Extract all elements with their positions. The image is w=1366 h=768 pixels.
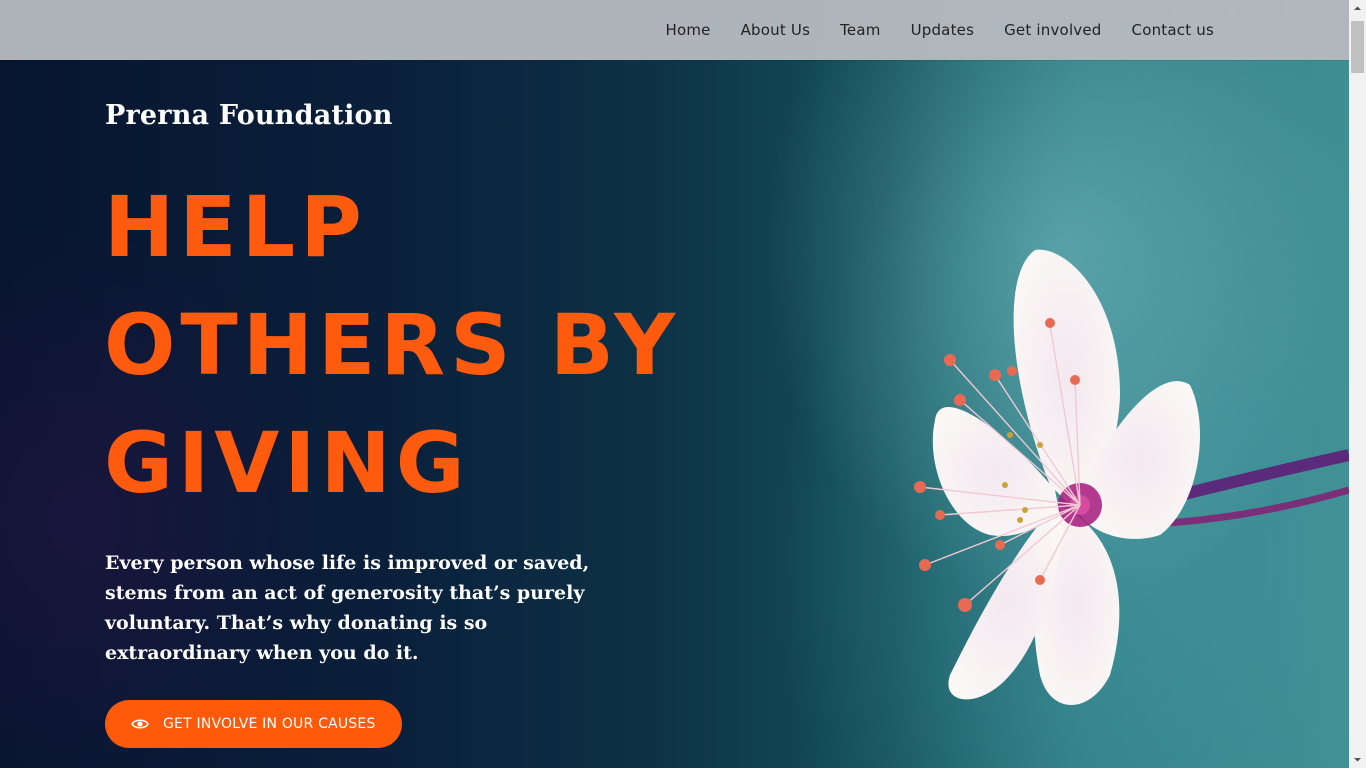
brand-name: Prerna Foundation <box>105 100 393 131</box>
nav-item-team[interactable]: Team <box>825 0 895 60</box>
page: Prerna Foundation HELP OTHERS BY GIVING … <box>0 0 1349 768</box>
get-involved-button[interactable]: GET INVOLVE IN OUR CAUSES <box>105 700 402 748</box>
get-involved-button-label: GET INVOLVE IN OUR CAUSES <box>163 716 376 732</box>
nav-item-about-us[interactable]: About Us <box>726 0 826 60</box>
nav-item-updates[interactable]: Updates <box>896 0 990 60</box>
hero-headline: HELP OTHERS BY GIVING <box>104 168 804 522</box>
eye-icon <box>131 719 149 729</box>
flower-image <box>914 249 1349 705</box>
nav-item-contact-us[interactable]: Contact us <box>1117 0 1229 60</box>
nav-item-home[interactable]: Home <box>650 0 725 60</box>
scroll-down-arrow-icon[interactable] <box>1349 751 1366 768</box>
scroll-up-arrow-icon[interactable] <box>1349 0 1366 17</box>
headline-line-1: HELP <box>104 178 367 276</box>
top-navigation-bar: Home About Us Team Updates Get involved … <box>0 0 1349 60</box>
nav-item-get-involved[interactable]: Get involved <box>989 0 1116 60</box>
main-nav: Home About Us Team Updates Get involved … <box>650 0 1229 60</box>
hero-tagline: Every person whose life is improved or s… <box>105 552 590 664</box>
headline-line-3: GIVING <box>104 414 470 512</box>
headline-line-2: OTHERS BY <box>104 296 681 394</box>
vertical-scrollbar[interactable] <box>1349 0 1366 768</box>
hero-section: Prerna Foundation HELP OTHERS BY GIVING … <box>0 0 1349 768</box>
scrollbar-thumb[interactable] <box>1351 21 1364 73</box>
